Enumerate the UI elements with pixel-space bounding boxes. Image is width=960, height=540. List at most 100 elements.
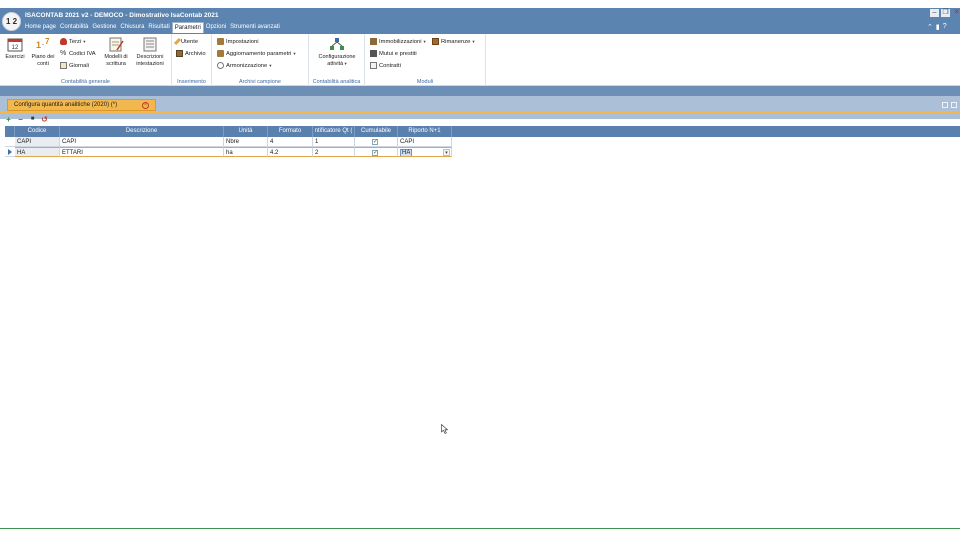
header-riporto[interactable]: Riporto N+1	[398, 126, 452, 137]
minimize-button[interactable]: –	[930, 9, 939, 17]
aggiornamento-parametri-button[interactable]: Aggiornamento parametri ▾	[217, 50, 296, 57]
tab-home-page[interactable]: Home page	[23, 22, 58, 33]
cell-formato[interactable]: 4.2	[268, 147, 313, 157]
add-row-button[interactable]: +	[5, 116, 12, 124]
save-button[interactable]: ■	[29, 116, 36, 123]
update-icon	[217, 50, 224, 57]
piano-dei-conti-button[interactable]: 1-7 Piano dei conti	[27, 37, 59, 67]
tab-contabilita[interactable]: Contabilità	[58, 22, 90, 33]
close-tab-icon[interactable]: ×	[142, 102, 149, 109]
dropdown-caret-icon: ▾	[423, 38, 426, 44]
restore-button[interactable]: ❐	[941, 9, 950, 17]
group-inserimento: Utente Archivio Inserimento	[172, 34, 212, 86]
table-row[interactable]: CAPI CAPI Nbre 4 1 ✓ CAPI	[5, 137, 960, 147]
immobilizzazioni-button[interactable]: Immobilizzazioni ▾	[370, 38, 426, 45]
header-unita[interactable]: Unità	[224, 126, 268, 137]
header-codice[interactable]: Codice	[15, 126, 60, 137]
journal-icon	[60, 62, 67, 69]
collapse-ribbon-icon[interactable]: ⌃	[927, 23, 933, 31]
contratti-button[interactable]: Contratti	[370, 62, 401, 69]
trash-icon[interactable]: ▮	[936, 23, 940, 31]
title-bar: 1 2 ISACONTAB 2021 v2 - DEMOCO - Dimostr…	[0, 8, 960, 34]
tab-gestione[interactable]: Gestione	[90, 22, 118, 33]
impostazioni-button[interactable]: Impostazioni	[217, 38, 259, 45]
group-contabilita-generale: 12 Esercizi 1-7 Piano dei conti Terzi ▾ %…	[0, 34, 172, 86]
configuration-icon	[330, 38, 344, 50]
group-label-contabilita-analitica: Contabilità analitica	[312, 79, 361, 85]
cell-riporto-editing[interactable]: HA ▾	[398, 147, 452, 157]
boxes-icon	[432, 38, 439, 45]
header-descrizione[interactable]: Descrizione	[60, 126, 224, 137]
group-contabilita-analitica: Configurazione attività ▾ Contabilità an…	[309, 34, 365, 86]
group-archivi-campione: Impostazioni Aggiornamento parametri ▾ Ar…	[212, 34, 309, 86]
ribbon-controls: ⌃ ▮ ?	[927, 23, 947, 31]
riporto-select-value[interactable]: HA	[400, 149, 413, 156]
person-icon	[60, 38, 67, 45]
document-tab[interactable]: Configura quantità analitiche (2020) (*)…	[7, 99, 156, 111]
header-cumulabile[interactable]: Cumulabile	[355, 126, 398, 137]
grid-toolbar: + − ■ ↺	[5, 115, 48, 124]
harmonize-icon	[217, 62, 224, 69]
utente-button[interactable]: Utente	[173, 37, 198, 46]
menu-bar: Home page Contabilità Gestione Chiusura …	[23, 22, 282, 33]
dropdown-caret-icon: ▾	[343, 60, 347, 66]
row-indicator[interactable]	[5, 137, 15, 147]
cell-moltiplicatore[interactable]: 1	[313, 137, 355, 147]
grid-header: Codice Descrizione Unità Formato ntifica…	[5, 126, 960, 137]
cumulabile-checkbox[interactable]: ✓	[372, 150, 378, 156]
cell-unita[interactable]: Nbre	[224, 137, 268, 147]
calendar-icon: 12	[7, 38, 23, 52]
esercizi-button[interactable]: 12 Esercizi	[4, 37, 26, 61]
tab-chiusura[interactable]: Chiusura	[118, 22, 146, 33]
document-list-icon	[143, 37, 157, 52]
svg-text:-: -	[42, 42, 44, 48]
dropdown-caret-icon: ▾	[293, 50, 296, 56]
giornali-button[interactable]: Giornali	[60, 62, 89, 69]
descrizioni-intestazioni-button[interactable]: Descrizioni intestazioni	[133, 37, 167, 67]
restore-document-icon[interactable]	[951, 102, 957, 108]
tab-parametri[interactable]: Parametri	[171, 22, 204, 33]
cell-descrizione[interactable]: ETTARI	[60, 147, 224, 157]
codici-iva-button[interactable]: % Codici IVA	[60, 50, 96, 57]
cell-codice[interactable]: CAPI	[15, 137, 60, 147]
building-icon	[370, 38, 377, 45]
rimanenze-button[interactable]: Rimanenze ▾	[432, 38, 475, 45]
mutui-e-prestiti-button[interactable]: Mutui e prestiti	[370, 50, 417, 57]
mouse-cursor-icon	[441, 424, 449, 434]
tile-window-icon[interactable]	[942, 102, 948, 108]
cell-unita[interactable]: ha	[224, 147, 268, 157]
cell-codice[interactable]: HA	[15, 147, 60, 157]
header-filler	[452, 126, 960, 137]
modelli-di-scrittura-button[interactable]: Modelli di scrittura	[101, 37, 131, 67]
cell-descrizione[interactable]: CAPI	[60, 137, 224, 147]
header-row-indicator	[5, 126, 15, 137]
tab-risultati[interactable]: Risultati	[146, 22, 171, 33]
group-label-moduli: Moduli	[416, 79, 434, 85]
application-window: 1 2 ISACONTAB 2021 v2 - DEMOCO - Dimostr…	[0, 8, 960, 534]
cell-moltiplicatore[interactable]: 2	[313, 147, 355, 157]
cell-cumulabile[interactable]: ✓	[355, 137, 398, 147]
header-moltiplicatore[interactable]: ntificatore Qt (	[313, 126, 355, 137]
table-row-selected[interactable]: HA ETTARI ha 4.2 2 ✓ HA ▾	[5, 147, 960, 157]
cell-cumulabile[interactable]: ✓	[355, 147, 398, 157]
cell-formato[interactable]: 4	[268, 137, 313, 147]
loan-icon	[370, 50, 377, 57]
riporto-dropdown-button[interactable]: ▾	[443, 149, 450, 156]
help-icon[interactable]: ?	[943, 23, 947, 31]
quantities-grid: Codice Descrizione Unità Formato ntifica…	[5, 126, 960, 157]
undo-button[interactable]: ↺	[41, 116, 48, 124]
cell-riporto[interactable]: CAPI	[398, 137, 452, 147]
terzi-button[interactable]: Terzi ▾	[60, 38, 86, 45]
delete-row-button[interactable]: −	[17, 116, 24, 124]
tab-strumenti-avanzati[interactable]: Strumenti avanzati	[228, 22, 282, 33]
armonizzazione-button[interactable]: Armonizzazione ▾	[217, 62, 272, 69]
archivio-button[interactable]: Archivio	[176, 50, 206, 57]
configurazione-attivita-button[interactable]: Configurazione attività ▾	[313, 37, 361, 67]
group-moduli: Immobilizzazioni ▾ Rimanenze ▾ Mutui e pre…	[365, 34, 486, 86]
row-indicator[interactable]	[5, 147, 15, 157]
header-formato[interactable]: Formato	[268, 126, 313, 137]
cumulabile-checkbox[interactable]: ✓	[372, 139, 378, 145]
contract-icon	[370, 62, 377, 69]
close-button[interactable]: ✕	[952, 9, 960, 17]
tab-opzioni[interactable]: Opzioni	[204, 22, 228, 33]
